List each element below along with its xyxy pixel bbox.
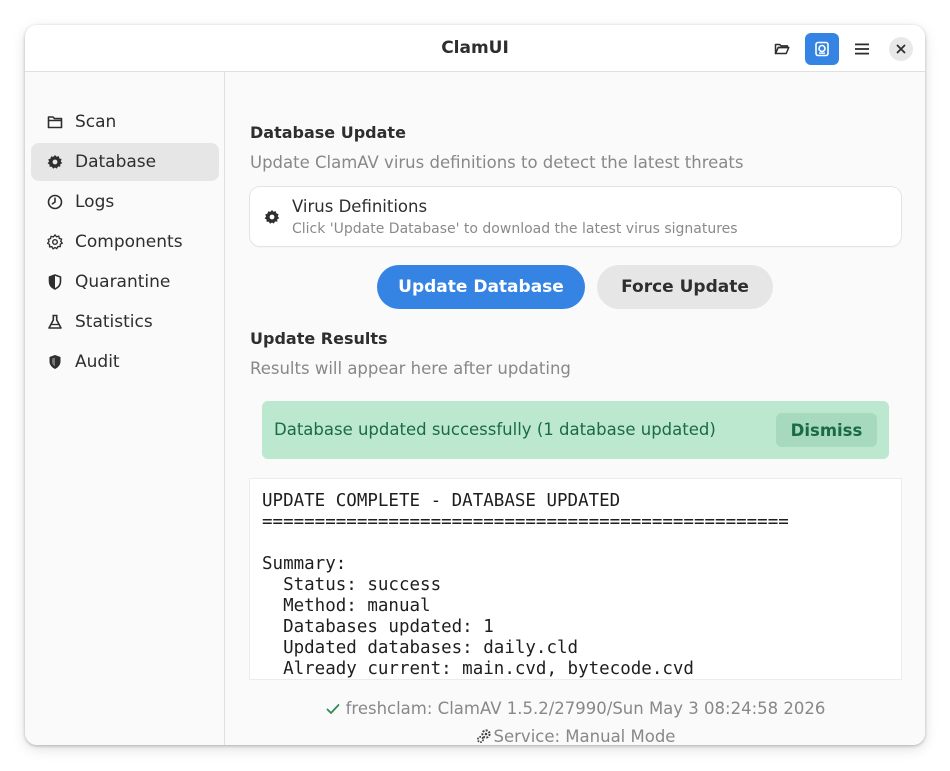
section-subtitle: Update ClamAV virus definitions to detec… — [250, 153, 744, 172]
sidebar-item-label: Statistics — [75, 312, 153, 332]
sidebar-item-scan[interactable]: Scan — [31, 103, 219, 141]
header-bar: ClamUI — [25, 25, 925, 72]
gear-icon — [47, 154, 63, 169]
open-folder-button[interactable] — [765, 33, 799, 65]
sidebar-item-label: Database — [75, 152, 157, 172]
row-title: Virus Definitions — [292, 197, 428, 216]
service-status: Service: Manual Mode — [226, 727, 925, 745]
banner-message: Database updated successfully (1 databas… — [274, 420, 716, 439]
main-menu-button[interactable] — [845, 33, 879, 65]
sidebar-item-logs[interactable]: Logs — [31, 183, 219, 221]
gear-icon — [47, 234, 63, 250]
folder-icon — [47, 116, 63, 129]
sidebar-item-components[interactable]: Components — [31, 223, 219, 261]
database-page: Database Update Update ClamAV virus defi… — [226, 72, 925, 745]
view-toggle-button[interactable] — [805, 33, 839, 65]
sidebar: Scan Database Logs Components Quarantine… — [25, 72, 225, 745]
sidebar-item-database[interactable]: Database — [31, 143, 219, 181]
results-output-text: UPDATE COMPLETE - DATABASE UPDATED =====… — [262, 491, 789, 679]
sidebar-item-quarantine[interactable]: Quarantine — [31, 263, 219, 301]
sidebar-item-audit[interactable]: Audit — [31, 343, 219, 381]
section-title: Database Update — [250, 123, 406, 142]
clock-icon — [47, 194, 63, 210]
dismiss-button[interactable]: Dismiss — [776, 413, 877, 447]
flask-icon — [48, 314, 62, 329]
close-button[interactable] — [889, 37, 913, 61]
sidebar-item-label: Quarantine — [75, 272, 171, 292]
results-subtitle: Results will appear here after updating — [250, 359, 571, 378]
gear-icon — [264, 209, 280, 224]
hamburger-menu-icon — [855, 43, 869, 55]
freshclam-version: freshclam: ClamAV 1.5.2/27990/Sun May 3 … — [345, 699, 826, 718]
virus-definitions-row: Virus Definitions Click 'Update Database… — [250, 187, 901, 246]
sidebar-item-label: Audit — [75, 352, 120, 372]
checkmark-icon — [326, 704, 339, 714]
results-title: Update Results — [250, 329, 388, 348]
row-subtitle: Click 'Update Database' to download the … — [292, 221, 738, 237]
update-database-button[interactable]: Update Database — [377, 265, 585, 309]
results-output[interactable]: UPDATE COMPLETE - DATABASE UPDATED =====… — [250, 479, 901, 679]
shield-icon — [48, 274, 62, 290]
sidebar-item-label: Components — [75, 232, 183, 252]
force-update-button[interactable]: Force Update — [597, 265, 773, 309]
success-banner: Database updated successfully (1 databas… — [262, 401, 889, 459]
close-icon — [896, 44, 906, 54]
sidebar-item-label: Logs — [75, 192, 115, 212]
sidebar-item-label: Scan — [75, 112, 117, 132]
service-mode: Service: Manual Mode — [493, 727, 676, 745]
sidebar-item-statistics[interactable]: Statistics — [31, 303, 219, 341]
app-window: ClamUI Scan Database Logs Components Qua… — [25, 25, 925, 745]
freshclam-status: freshclam: ClamAV 1.5.2/27990/Sun May 3 … — [226, 699, 925, 718]
folder-open-icon — [774, 43, 790, 55]
settings-gears-icon — [476, 729, 491, 743]
disk-scan-icon — [815, 41, 829, 57]
shield-icon — [49, 355, 61, 369]
